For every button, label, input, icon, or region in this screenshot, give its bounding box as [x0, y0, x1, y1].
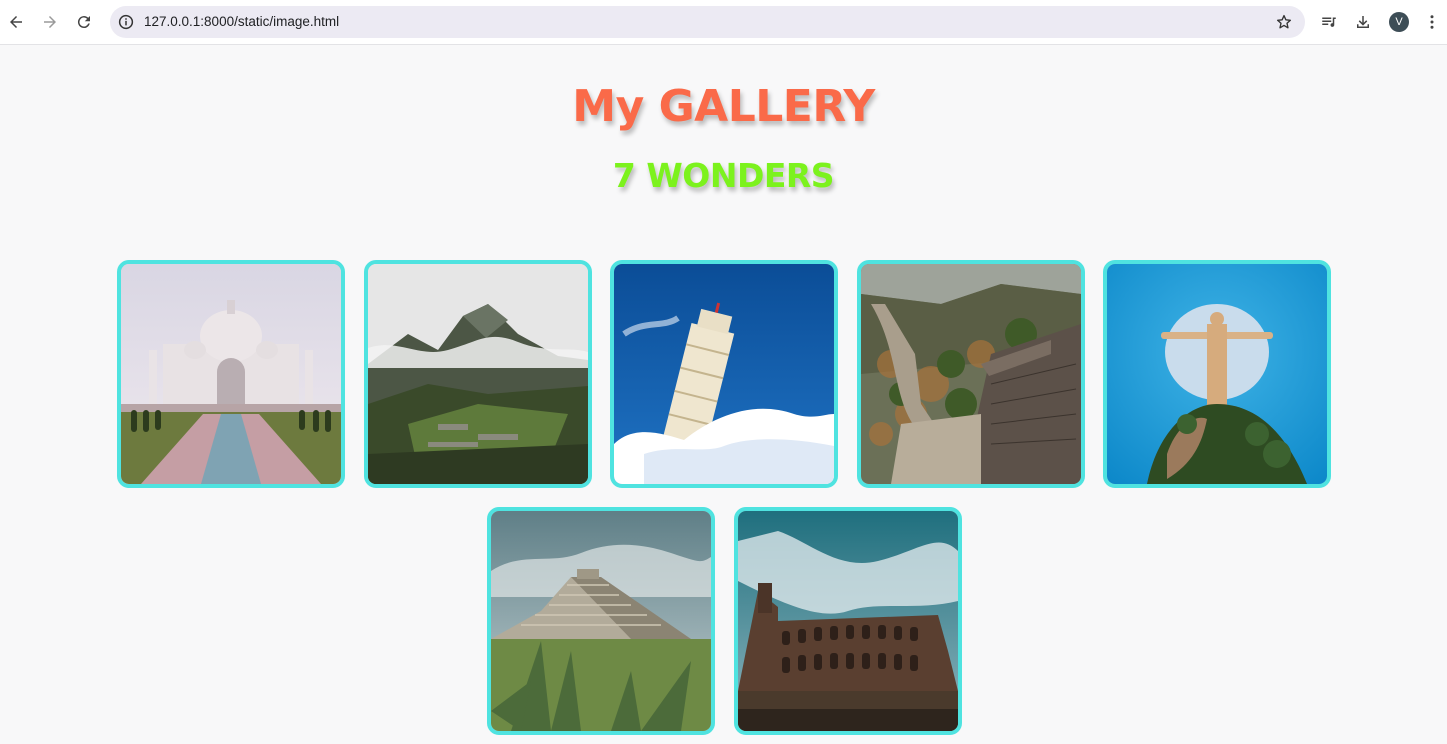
forward-arrow-icon[interactable]	[37, 9, 63, 35]
page-content: My GALLERY 7 WONDERS	[0, 45, 1447, 744]
page-title: My GALLERY	[572, 81, 875, 132]
profile-avatar[interactable]: V	[1389, 12, 1409, 32]
gallery-image-christ-the-redeemer[interactable]	[1103, 260, 1331, 488]
taj-mahal-image	[121, 264, 341, 484]
browser-toolbar: 127.0.0.1:8000/static/image.html V	[0, 0, 1447, 45]
leaning-tower-of-pisa-image	[614, 264, 834, 484]
chichen-itza-image	[491, 511, 711, 731]
gallery-image-taj-mahal[interactable]	[117, 260, 345, 488]
site-info-icon[interactable]	[117, 13, 135, 31]
menu-dots-icon[interactable]	[1419, 9, 1445, 35]
gallery-image-machu-picchu[interactable]	[364, 260, 592, 488]
download-icon[interactable]	[1350, 9, 1376, 35]
gallery-image-leaning-tower-of-pisa[interactable]	[610, 260, 838, 488]
reload-icon[interactable]	[71, 9, 97, 35]
page-subtitle: 7 WONDERS	[612, 156, 835, 195]
great-wall-of-china-image	[861, 264, 1081, 484]
back-arrow-icon[interactable]	[3, 9, 29, 35]
media-queue-icon[interactable]	[1316, 9, 1342, 35]
gallery-image-great-wall-of-china[interactable]	[857, 260, 1085, 488]
gallery-image-colosseum[interactable]	[734, 507, 962, 735]
christ-the-redeemer-image	[1107, 264, 1327, 484]
bookmark-star-icon[interactable]	[1275, 13, 1293, 31]
gallery-image-chichen-itza[interactable]	[487, 507, 715, 735]
colosseum-image	[738, 511, 958, 731]
url-text[interactable]: 127.0.0.1:8000/static/image.html	[144, 6, 339, 38]
machu-picchu-image	[368, 264, 588, 484]
address-bar[interactable]: 127.0.0.1:8000/static/image.html	[110, 6, 1305, 38]
